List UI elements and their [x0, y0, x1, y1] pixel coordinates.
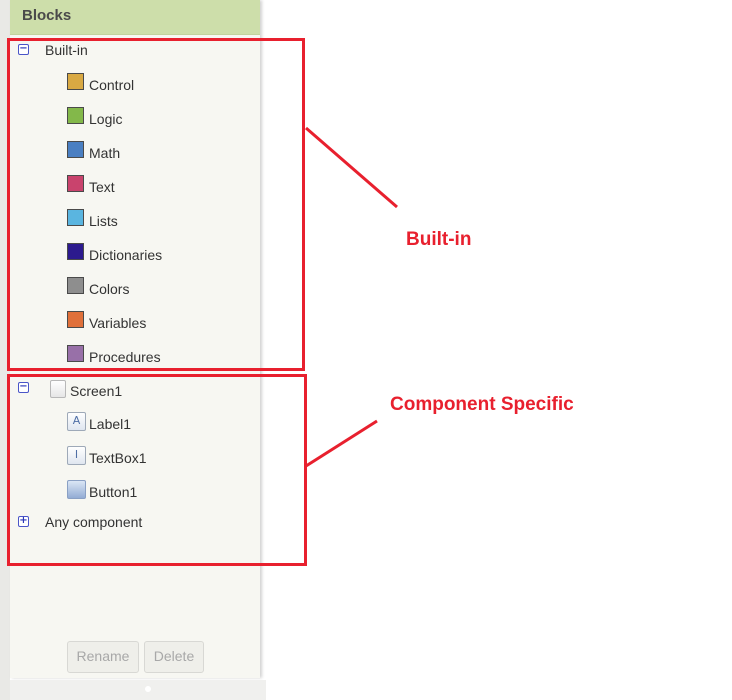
component-annotation-label: Component Specific: [390, 394, 574, 415]
builtin-annotation-label: Built-in: [406, 229, 472, 250]
resize-handle[interactable]: [145, 686, 151, 692]
component-pointer-line: [305, 419, 378, 468]
rename-button[interactable]: Rename: [67, 641, 139, 673]
delete-button[interactable]: Delete: [144, 641, 204, 673]
builtin-pointer-line: [305, 126, 398, 209]
panel-title: Blocks: [10, 0, 260, 35]
bottom-strip: [10, 680, 266, 700]
builtin-highlight-box: [7, 38, 305, 371]
component-highlight-box: [7, 374, 307, 566]
